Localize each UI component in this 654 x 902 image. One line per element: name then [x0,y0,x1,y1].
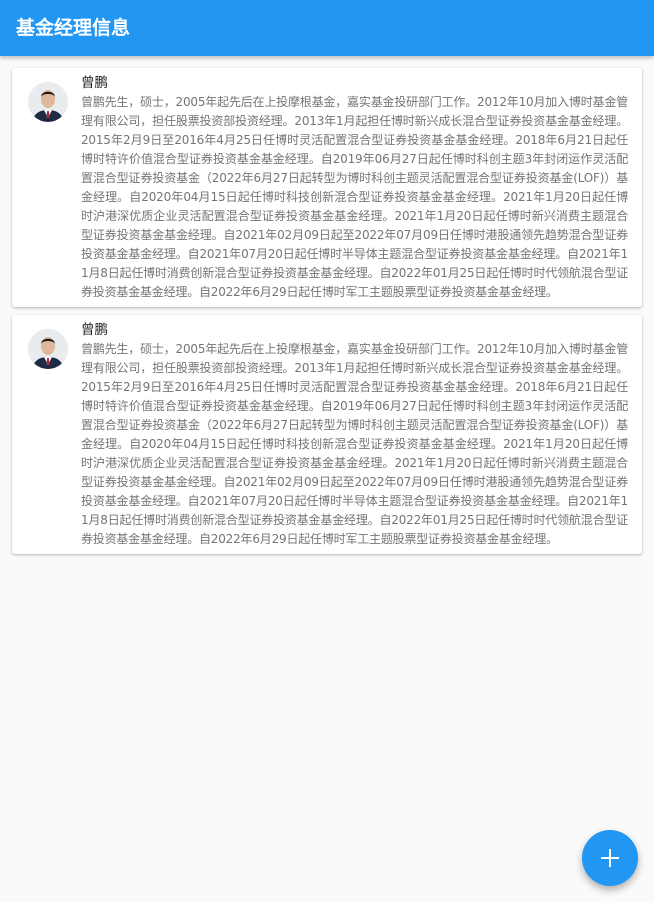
app-bar: 基金经理信息 [0,0,654,56]
add-button[interactable] [582,830,638,886]
add-icon [601,849,619,867]
avatar [28,82,68,122]
manager-card[interactable]: 曾鹏 曾鹏先生，硕士，2005年起先后在上投摩根基金，嘉实基金投研部门工作。20… [12,68,642,307]
manager-bio: 曾鹏先生，硕士，2005年起先后在上投摩根基金，嘉实基金投研部门工作。2012年… [81,95,628,299]
manager-name: 曾鹏 [81,75,108,91]
manager-name: 曾鹏 [81,322,108,338]
manager-bio: 曾鹏先生，硕士，2005年起先后在上投摩根基金，嘉实基金投研部门工作。2012年… [81,342,628,546]
manager-card[interactable]: 曾鹏 曾鹏先生，硕士，2005年起先后在上投摩根基金，嘉实基金投研部门工作。20… [12,315,642,554]
card-content: 曾鹏 曾鹏先生，硕士，2005年起先后在上投摩根基金，嘉实基金投研部门工作。20… [81,320,628,549]
avatar [28,329,68,369]
manager-list: 曾鹏 曾鹏先生，硕士，2005年起先后在上投摩根基金，嘉实基金投研部门工作。20… [12,68,642,562]
card-content: 曾鹏 曾鹏先生，硕士，2005年起先后在上投摩根基金，嘉实基金投研部门工作。20… [81,73,628,302]
page-title: 基金经理信息 [16,17,131,39]
